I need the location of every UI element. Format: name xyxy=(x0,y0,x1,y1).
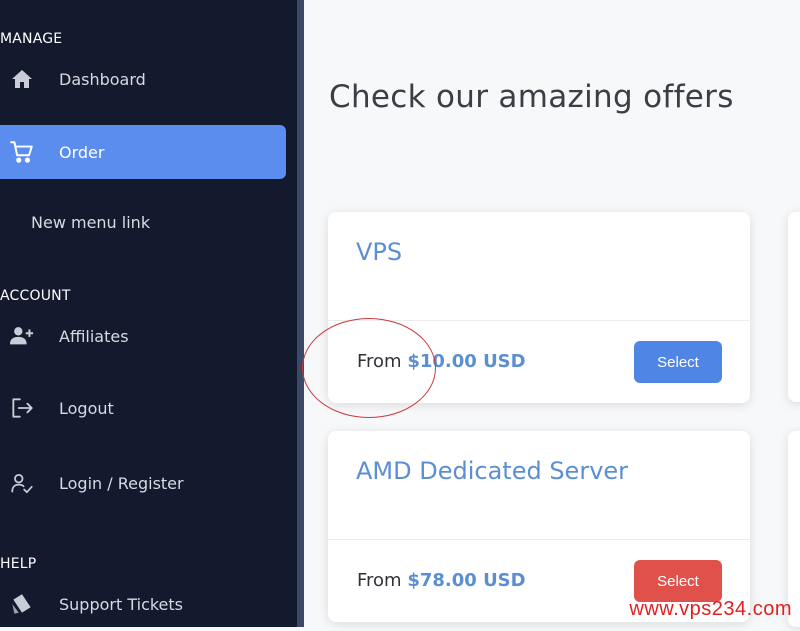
sidebar-divider xyxy=(297,0,304,627)
sidebar-item-label: New menu link xyxy=(31,212,151,232)
ticket-icon xyxy=(9,591,35,617)
sidebar-item-label: Support Tickets xyxy=(59,594,184,614)
product-card-amd-dedicated-server: AMD Dedicated Server From $78.00 USD Sel… xyxy=(328,431,750,622)
select-vps-button[interactable]: Select xyxy=(634,341,722,383)
sidebar-item-label: Affiliates xyxy=(59,326,129,346)
section-title-account: ACCOUNT xyxy=(0,288,71,304)
sidebar-item-label: Dashboard xyxy=(59,69,146,89)
sidebar-item-affiliates[interactable]: Affiliates xyxy=(0,309,286,363)
price-prefix: From xyxy=(357,351,402,372)
page-title: Check our amazing offers xyxy=(329,78,734,115)
user-check-icon xyxy=(9,470,35,496)
sidebar-item-dashboard[interactable]: Dashboard xyxy=(0,52,286,106)
section-title-help: HELP xyxy=(0,556,37,572)
product-card-header: VPS xyxy=(328,212,750,321)
price-line: From $78.00 USD xyxy=(357,570,526,591)
watermark: www.vps234.com xyxy=(629,598,792,620)
sidebar-item-support-tickets[interactable]: Support Tickets xyxy=(0,577,286,631)
sidebar: MANAGE Dashboard Order New menu link ACC… xyxy=(0,0,297,627)
product-name: AMD Dedicated Server xyxy=(356,457,629,485)
sidebar-item-logout[interactable]: Logout xyxy=(0,381,286,435)
section-title-manage: MANAGE xyxy=(0,31,63,47)
product-card-partial xyxy=(788,212,800,402)
price-line: From $10.00 USD xyxy=(357,351,526,372)
add-user-icon xyxy=(9,323,35,349)
sidebar-item-label: Login / Register xyxy=(59,473,184,493)
select-amd-dedicated-server-button[interactable]: Select xyxy=(634,560,722,602)
product-card-footer: From $10.00 USD Select xyxy=(328,321,750,403)
logout-icon xyxy=(9,395,35,421)
home-icon xyxy=(9,66,35,92)
product-card-vps: VPS From $10.00 USD Select xyxy=(328,212,750,403)
sidebar-item-order[interactable]: Order xyxy=(0,125,286,179)
product-price: $10.00 USD xyxy=(407,351,526,372)
product-name: VPS xyxy=(356,238,403,266)
product-card-header: AMD Dedicated Server xyxy=(328,431,750,540)
cart-icon xyxy=(9,139,35,165)
product-price: $78.00 USD xyxy=(407,570,526,591)
price-prefix: From xyxy=(357,570,402,591)
sidebar-item-login-register[interactable]: Login / Register xyxy=(0,456,286,510)
main-content: Check our amazing offers VPS From $10.00… xyxy=(304,0,800,627)
sidebar-item-new-menu-link[interactable]: New menu link xyxy=(0,195,286,249)
sidebar-item-label: Logout xyxy=(59,398,114,418)
sidebar-item-label: Order xyxy=(59,142,105,162)
